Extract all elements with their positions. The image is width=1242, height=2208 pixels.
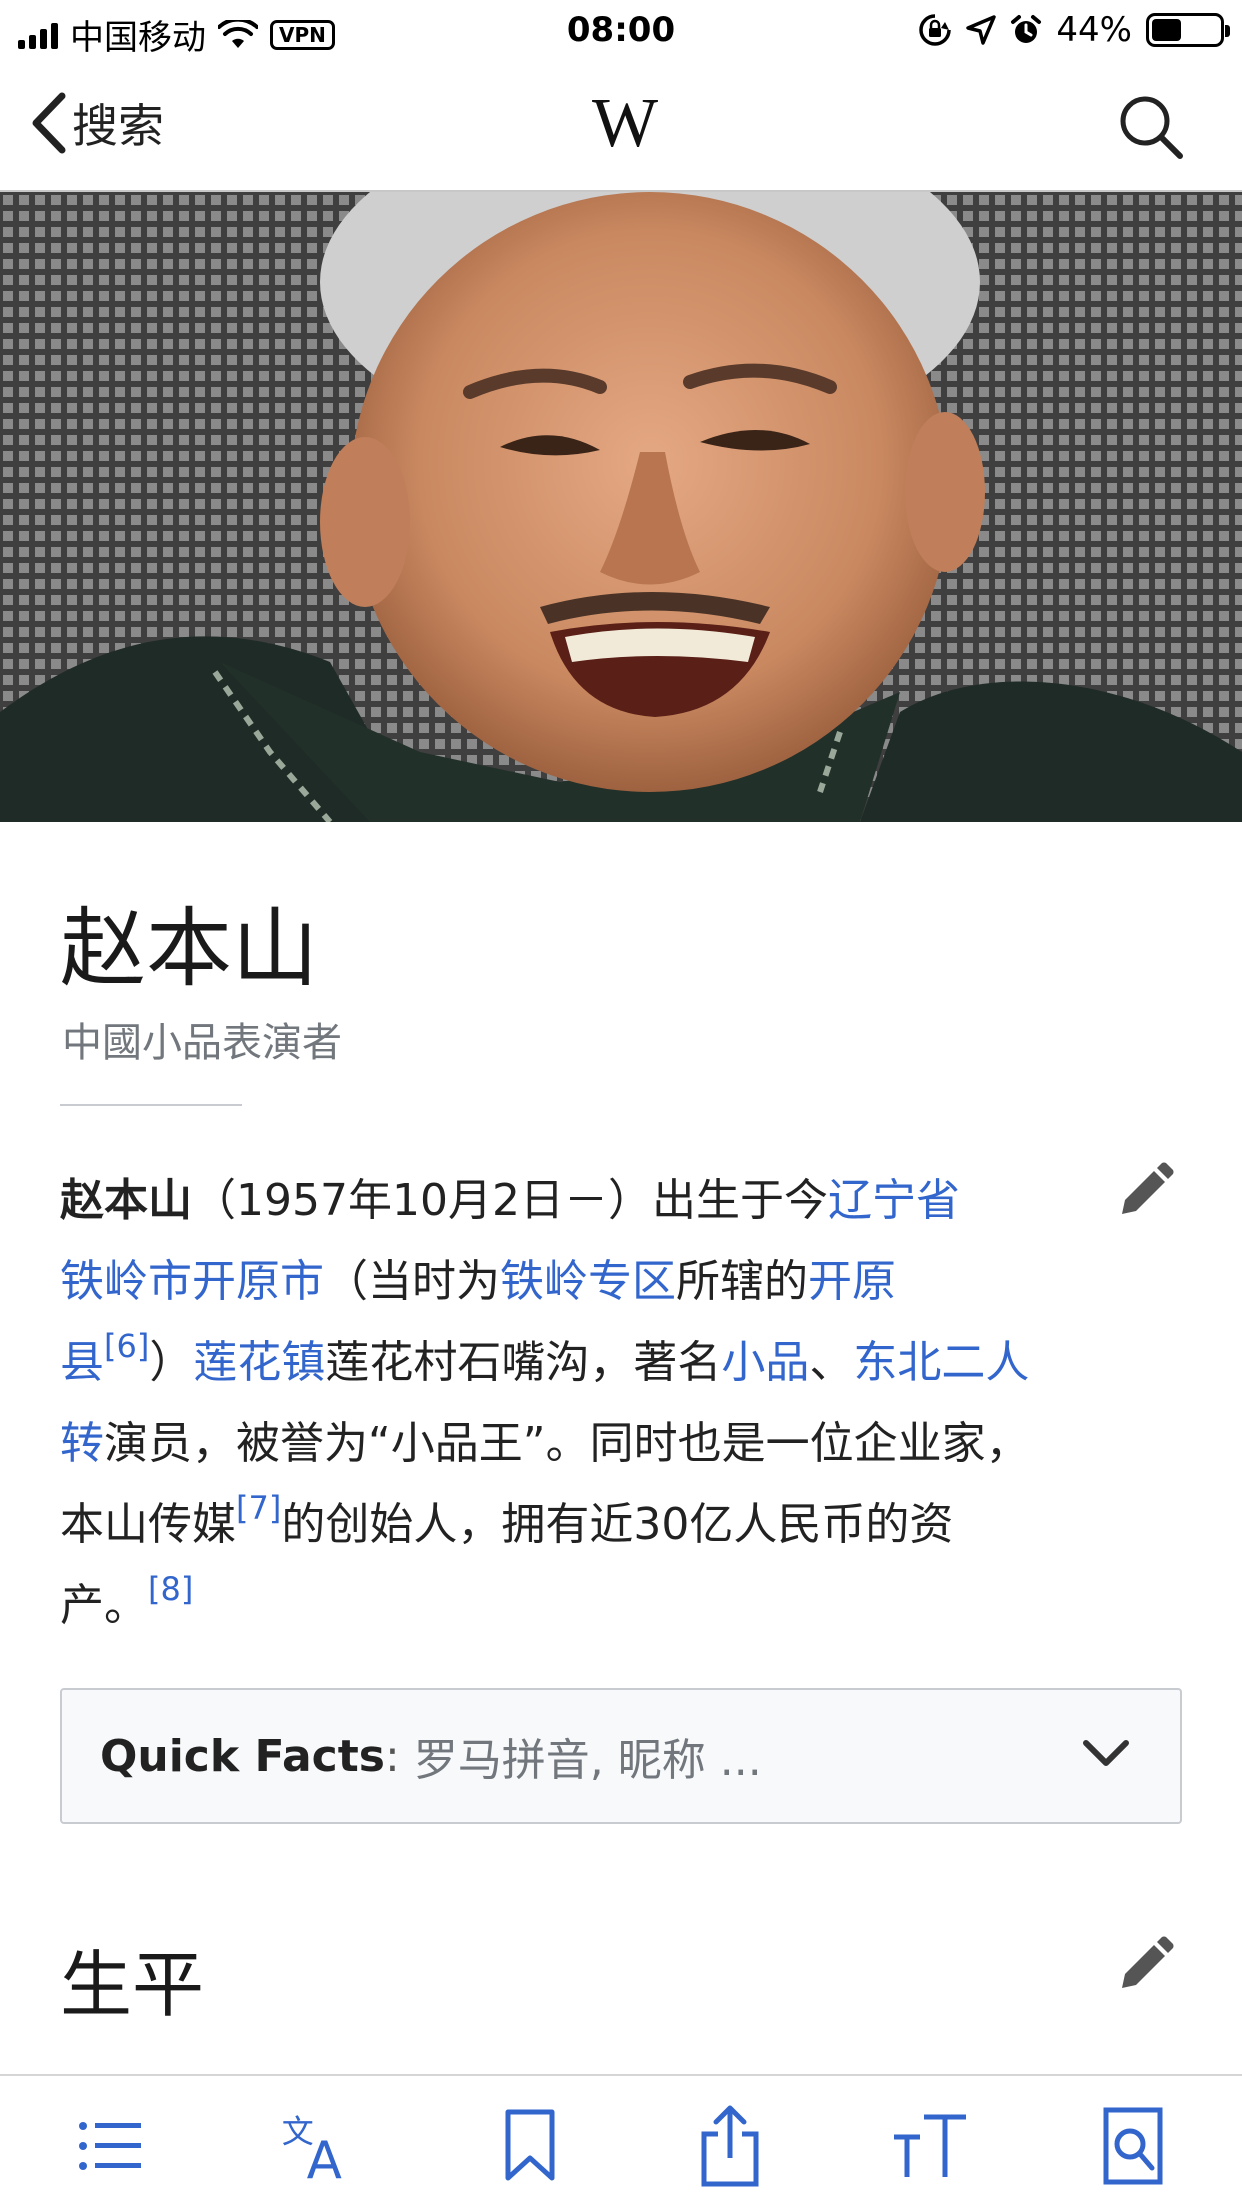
subject-name: 赵本山 (60, 1175, 192, 1226)
battery-percent: 44% (1056, 10, 1132, 50)
status-right: 44% (918, 10, 1230, 50)
paragraph-text: 本山传媒 (60, 1499, 236, 1550)
article-description: 中國小品表演者 (62, 1020, 342, 1066)
edit-section-button[interactable] (1116, 1936, 1174, 1998)
share-button[interactable] (690, 2105, 770, 2187)
reference-7[interactable]: [7] (236, 1489, 281, 1527)
languages-button[interactable]: 文 A (280, 2106, 360, 2186)
bookmark-icon (505, 2109, 555, 2181)
search-button[interactable] (1118, 94, 1184, 164)
link-tieling-prefecture[interactable]: 铁岭专区 (500, 1256, 676, 1307)
link-kaiyuan-county-cont[interactable]: 县 (60, 1337, 104, 1388)
paragraph-line: 赵本山（1957年10月2日－）出生于今辽宁省 (60, 1160, 1160, 1241)
paragraph-text: （当时为 (324, 1256, 500, 1307)
link-errenzhuan[interactable]: 东北二人 (853, 1337, 1029, 1388)
location-icon (966, 15, 997, 45)
paragraph-line: 铁岭市开原市（当时为铁岭专区所辖的开原 (60, 1241, 1160, 1322)
link-tieling-kaiyuan[interactable]: 铁岭市开原市 (60, 1256, 324, 1307)
save-bookmark-button[interactable] (490, 2106, 570, 2186)
pencil-icon (1122, 1936, 1174, 1988)
paragraph-line: 产。[8] (60, 1565, 1160, 1646)
reference-8[interactable]: [8] (148, 1570, 193, 1608)
paragraph-text: 演员，被誉为“小品王”。同时也是一位企业家， (104, 1418, 1030, 1469)
text-size-button[interactable] (890, 2106, 970, 2186)
alarm-icon (1011, 15, 1042, 43)
quick-facts-button[interactable]: Quick Facts: 罗马拼音, 昵称 ... (60, 1688, 1182, 1824)
paragraph-line: 转演员，被誉为“小品王”。同时也是一位企业家， (60, 1403, 1160, 1484)
lead-paragraph: 赵本山（1957年10月2日－）出生于今辽宁省 铁岭市开原市（当时为铁岭专区所辖… (60, 1160, 1160, 1646)
paragraph-line: 县[6]）莲花镇莲花村石嘴沟，著名小品、东北二人 (60, 1322, 1160, 1403)
quick-facts-colon: : (384, 1730, 400, 1782)
reference-6[interactable]: [6] (104, 1327, 149, 1365)
title-divider (60, 1104, 242, 1106)
navigation-bar: 搜索 W (0, 62, 1242, 192)
svg-text:A: A (307, 2131, 342, 2186)
text-size-icon (894, 2114, 966, 2177)
languages-icon: 文 A (282, 2112, 342, 2186)
paragraph-line: 本山传媒[7]的创始人，拥有近30亿人民币的资 (60, 1484, 1160, 1565)
battery-icon (1146, 13, 1230, 47)
quick-facts-preview: 罗马拼音, 昵称 ... (413, 1735, 762, 1786)
orientation-lock-icon (919, 14, 952, 46)
bottom-toolbar: 文 A (0, 2074, 1242, 2208)
find-in-page-button[interactable] (1094, 2106, 1174, 2186)
link-xiaopin[interactable]: 小品 (721, 1337, 809, 1388)
lead-image-portrait (0, 192, 1242, 822)
status-bar: 中国移动 VPN 08:00 44% (0, 0, 1242, 62)
quick-facts-label: Quick Facts (100, 1730, 385, 1782)
link-errenzhuan-cont[interactable]: 转 (60, 1418, 104, 1469)
paragraph-text: 所辖的 (676, 1256, 808, 1307)
paragraph-text: 、 (809, 1337, 854, 1388)
article-title: 赵本山 (60, 899, 318, 999)
search-icon (1120, 96, 1183, 159)
paragraph-text: 莲花村石嘴沟，著名 (325, 1337, 722, 1388)
share-icon (701, 2105, 759, 2187)
table-of-contents-button[interactable] (70, 2106, 150, 2186)
paragraph-text: （1957年10月2日－）出生于今 (192, 1175, 828, 1226)
chevron-down-icon (1083, 1740, 1129, 1766)
link-lianhua-town[interactable]: 莲花镇 (193, 1337, 325, 1388)
paragraph-text: ） (149, 1337, 194, 1388)
link-liaoning[interactable]: 辽宁省 (828, 1175, 960, 1226)
link-kaiyuan-county[interactable]: 开原 (808, 1256, 896, 1307)
section-heading: 生平 (60, 1943, 205, 2027)
paragraph-text: 产。 (60, 1580, 148, 1631)
paragraph-text: 的创始人，拥有近30亿人民币的资 (281, 1499, 954, 1550)
table-of-contents-icon (79, 2122, 141, 2170)
wikipedia-logo[interactable]: W (0, 84, 1242, 164)
lead-image[interactable] (0, 192, 1242, 822)
find-in-page-icon (1103, 2107, 1163, 2185)
